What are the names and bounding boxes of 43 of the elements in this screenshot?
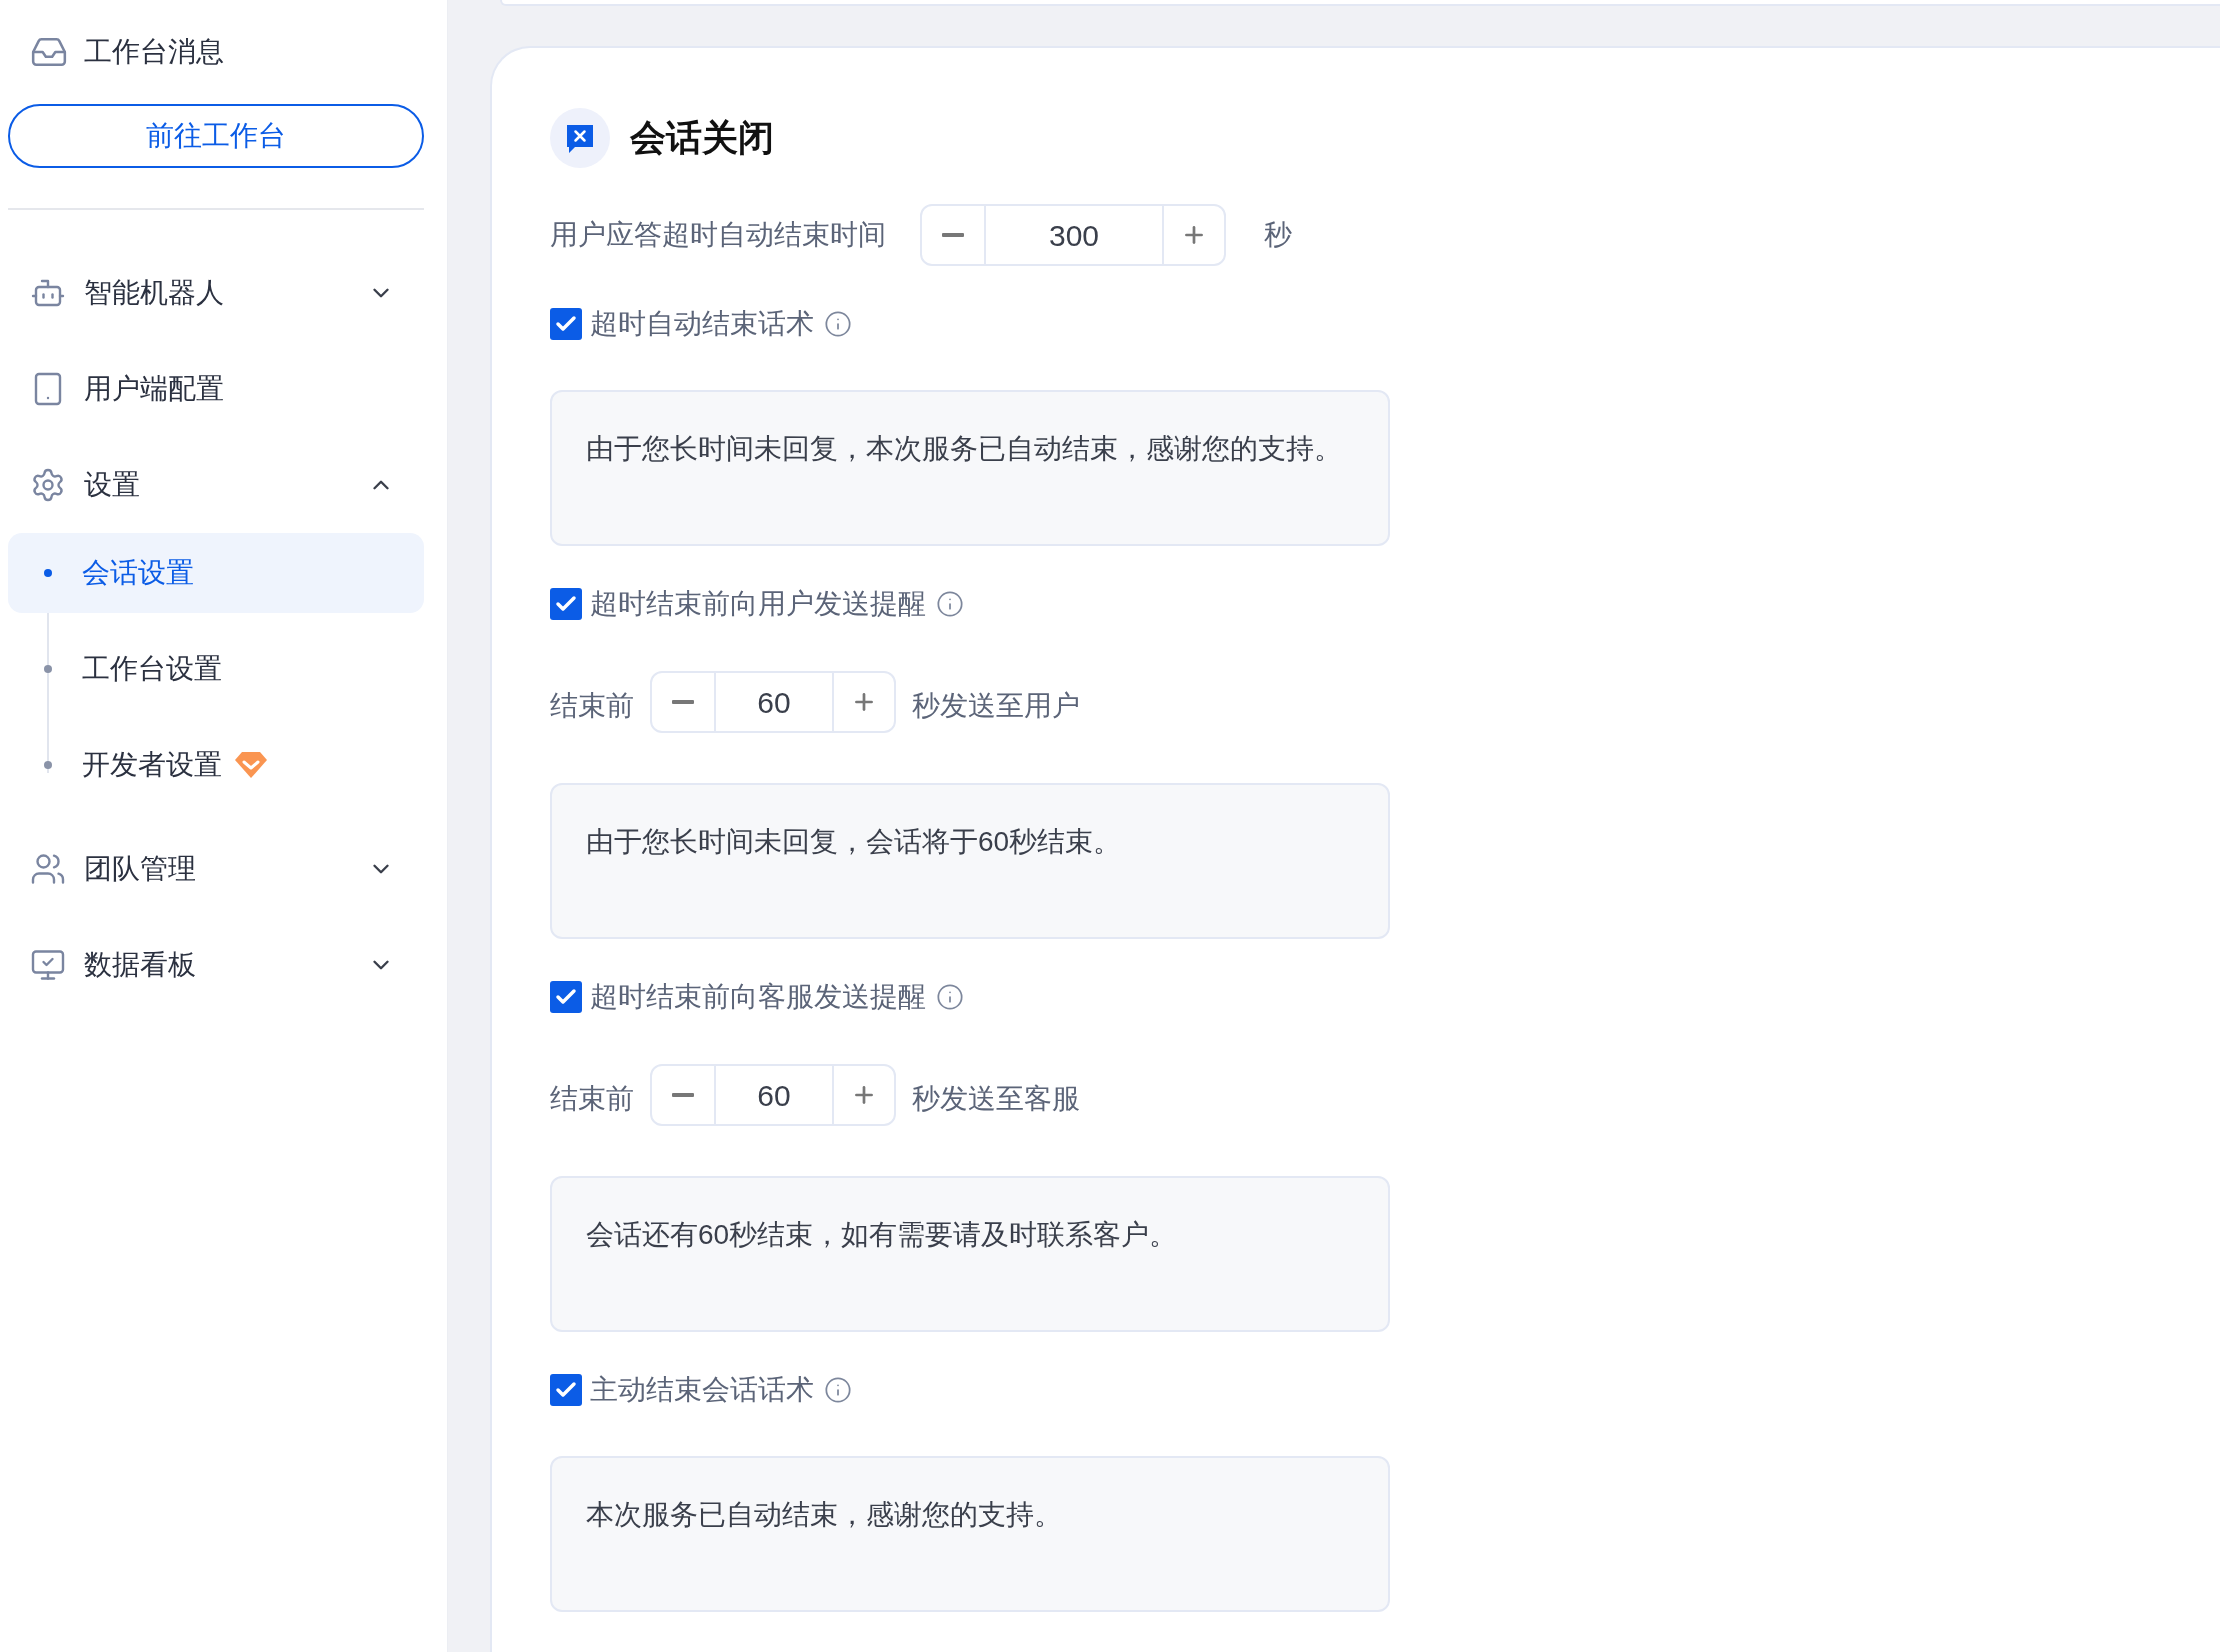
chart-monitor-icon [30,947,66,983]
number-input[interactable]: 60 [716,673,832,731]
info-icon [824,310,852,338]
minus-icon [672,700,694,704]
field-label: 结束前 [550,689,634,723]
minus-icon [672,1093,694,1097]
checkbox-label: 超时结束前向客服发送提醒 [590,980,926,1014]
sidebar-item[interactable]: 数据看板 [8,917,424,1013]
field-label: 用户应答超时自动结束时间 [550,218,886,252]
info-icon [824,1376,852,1404]
checkbox[interactable] [550,308,582,340]
settings-icon [30,467,66,503]
checkbox[interactable] [550,1374,582,1406]
checkbox[interactable] [550,588,582,620]
submenu-item[interactable]: 会话设置 [8,533,424,613]
submenu-item[interactable]: 工作台设置 [8,629,424,709]
checkbox-label: 主动结束会话话术 [590,1373,814,1407]
checkbox-label: 超时结束前向用户发送提醒 [590,587,926,621]
field-unit: 秒 [1264,218,1292,252]
minus-icon [942,233,964,237]
field-unit: 秒发送至用户 [912,689,1080,723]
message-textarea[interactable]: 本次服务已自动结束，感谢您的支持。 [550,1456,1390,1612]
goto-workbench-button[interactable]: 前往工作台 [8,104,424,168]
users-icon [30,851,66,887]
submenu-item[interactable]: 开发者设置 [8,725,424,805]
message-textarea[interactable]: 由于您长时间未回复，本次服务已自动结束，感谢您的支持。 [550,390,1390,546]
info-icon [936,983,964,1011]
message-textarea[interactable]: 由于您长时间未回复，会话将于60秒结束。 [550,783,1390,939]
sidebar-item[interactable]: 设置 [8,437,424,533]
card-title: 会话关闭 [630,116,774,160]
info-icon [936,590,964,618]
checkbox-label: 超时自动结束话术 [590,307,814,341]
sidebar-item[interactable]: 团队管理 [8,821,424,917]
checkbox[interactable] [550,981,582,1013]
sidebar-item[interactable]: 智能机器人 [8,245,424,341]
number-input[interactable]: 300 [986,206,1162,264]
field-label: 结束前 [550,1082,634,1116]
sidebar-title: 工作台消息 [84,35,224,69]
chat-close-icon [550,108,610,168]
field-unit: 秒发送至客服 [912,1082,1080,1116]
message-textarea[interactable]: 会话还有60秒结束，如有需要请及时联系客户。 [550,1176,1390,1332]
number-input[interactable]: 60 [716,1066,832,1124]
sidebar-item[interactable]: 用户端配置 [8,341,424,437]
